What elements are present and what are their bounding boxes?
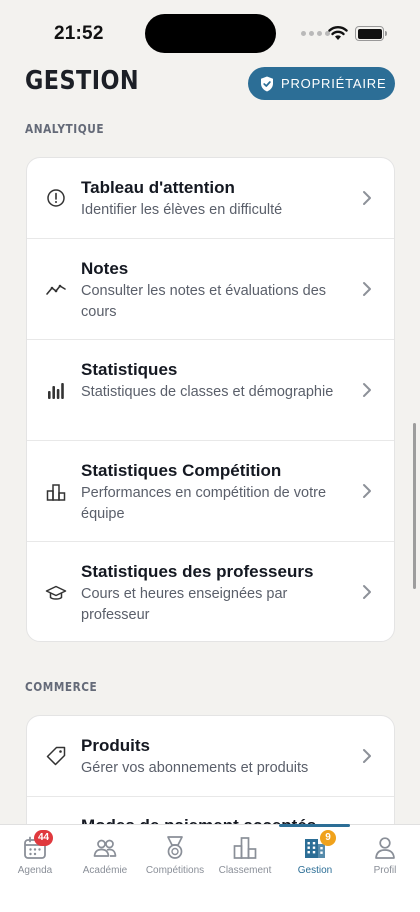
menu-item-attention-board[interactable]: Tableau d'attention Identifier les élève… — [27, 158, 394, 239]
podium-icon — [46, 484, 66, 501]
menu-item-statistics[interactable]: Statistiques Statistiques de classes et … — [27, 340, 394, 441]
notification-badge: 44 — [34, 830, 54, 846]
chevron-right-icon — [363, 749, 371, 763]
tab-label: Classement — [218, 865, 272, 876]
role-badge[interactable]: PROPRIÉTAIRE — [248, 67, 395, 100]
menu-item-description: Statistiques de classes et démographie — [81, 384, 334, 400]
menu-item-notes[interactable]: Notes Consulter les notes et évaluations… — [27, 239, 394, 340]
section-label-analytique: ANALYTIQUE — [25, 122, 105, 136]
medal-icon — [167, 836, 183, 859]
tab-label: Agenda — [17, 865, 53, 876]
menu-item-title: Tableau d'attention — [81, 178, 235, 197]
tab-label: Gestion — [297, 865, 333, 876]
chevron-right-icon — [363, 282, 371, 296]
role-badge-label: PROPRIÉTAIRE — [281, 76, 387, 91]
menu-item-title: Statistiques des professeurs — [81, 562, 314, 581]
scrollbar[interactable] — [413, 423, 416, 589]
menu-item-title: Notes — [81, 259, 129, 278]
menu-item-description: Identifier les élèves en difficulté — [81, 202, 283, 218]
person-icon — [375, 837, 395, 859]
page-title: GESTION — [25, 66, 140, 96]
menu-item-title: Produits — [81, 736, 150, 755]
bar-chart-icon — [48, 383, 64, 399]
tab-academie[interactable]: Académie — [70, 835, 140, 876]
ranking-icon — [233, 837, 257, 859]
chevron-right-icon — [363, 484, 371, 498]
shield-check-icon — [261, 76, 273, 91]
menu-item-description: Performances en compétition de votre équ… — [81, 485, 327, 522]
battery-icon — [355, 26, 387, 41]
menu-item-competition-statistics[interactable]: Statistiques Compétition Performances en… — [27, 441, 394, 542]
active-tab-indicator — [279, 824, 350, 827]
tab-competitions[interactable]: Compétitions — [140, 835, 210, 876]
tab-profil[interactable]: Profil — [350, 835, 420, 876]
menu-item-title: Statistiques Compétition — [81, 461, 282, 480]
menu-item-teacher-statistics[interactable]: Statistiques des professeurs Cours et he… — [27, 542, 394, 641]
trend-line-icon — [46, 284, 66, 295]
status-bar: 21:52 — [0, 0, 420, 66]
notification-badge: 9 — [320, 830, 336, 846]
dynamic-island — [145, 14, 276, 53]
tab-label: Profil — [373, 865, 397, 876]
chevron-right-icon — [363, 191, 371, 205]
menu-item-title: Statistiques — [81, 360, 178, 379]
tab-classement[interactable]: Classement — [210, 835, 280, 876]
menu-item-description: Gérer vos abonnements et produits — [81, 760, 309, 776]
menu-item-description: Cours et heures enseignées par professeu… — [81, 586, 288, 623]
alert-circle-icon — [47, 189, 65, 207]
tab-label: Académie — [82, 865, 128, 876]
status-time: 21:52 — [54, 23, 104, 44]
chevron-right-icon — [363, 383, 371, 397]
tab-gestion[interactable]: Gestion 9 — [280, 830, 350, 876]
tag-icon — [46, 746, 66, 766]
tab-agenda[interactable]: Agenda 44 — [0, 830, 70, 876]
people-icon — [93, 839, 117, 857]
tab-label: Compétitions — [145, 865, 205, 876]
section-label-commerce: COMMERCE — [25, 680, 98, 694]
tab-bar: Agenda 44 Académie Compétitions Classeme… — [0, 824, 420, 912]
menu-item-products[interactable]: Produits Gérer vos abonnements et produi… — [27, 716, 394, 797]
signal-dots-icon — [301, 31, 330, 36]
chevron-right-icon — [363, 585, 371, 599]
analytics-card: Tableau d'attention Identifier les élève… — [26, 157, 395, 642]
graduation-cap-icon — [45, 585, 67, 600]
wifi-icon — [328, 26, 348, 40]
menu-item-description: Consulter les notes et évaluations des c… — [81, 283, 327, 320]
